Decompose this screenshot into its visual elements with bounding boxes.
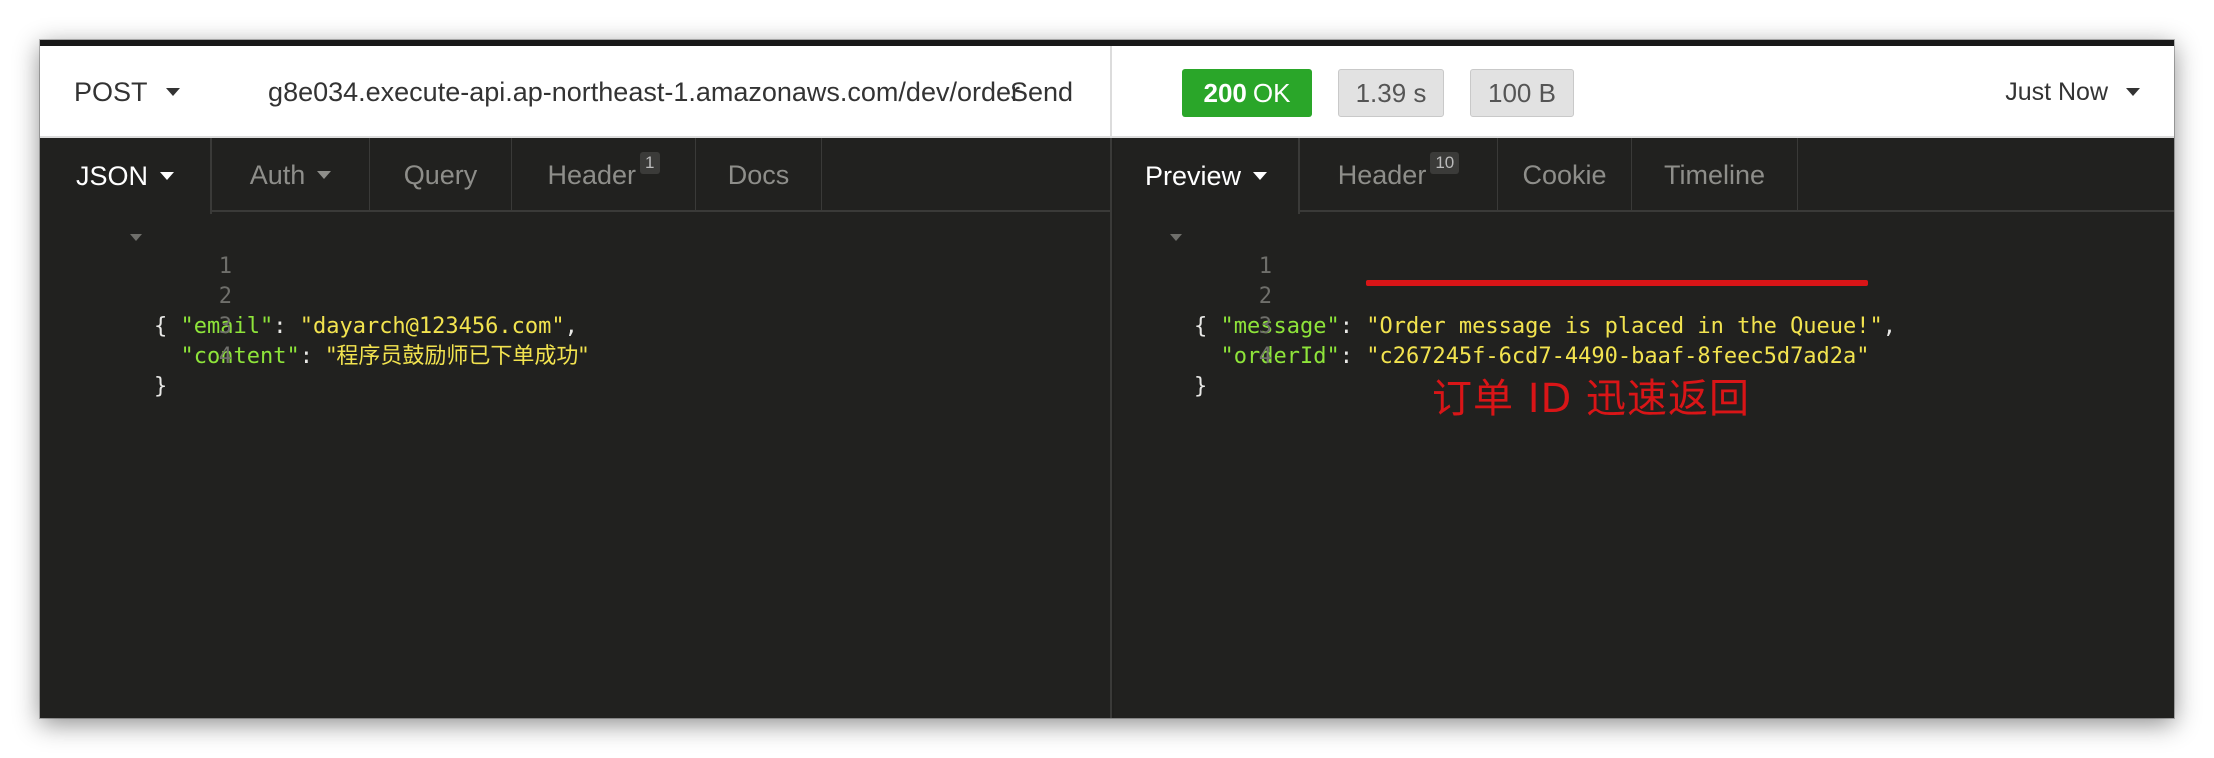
request-bar: POST g8e034.execute-api.ap-northeast-1.a… xyxy=(40,46,1112,138)
request-pane: JSON Auth Query Header 1 Docs 1 {2 "ema… xyxy=(40,138,1112,718)
send-button[interactable]: Send xyxy=(1010,46,1073,138)
code-line: 3 "content": "程序员鼓励师已下单成功" xyxy=(40,282,1110,369)
response-tabs: Preview Header 10 Cookie Timeline xyxy=(1114,138,2174,214)
code-line: 3 "orderId": "c267245f-6cd7-4490-baaf-8f… xyxy=(1080,282,2174,369)
tab-cookie-label: Cookie xyxy=(1522,159,1607,190)
response-bar: 200 OK 1.39 s 100 B Just Now xyxy=(1114,46,2174,138)
response-time-badge: 1.39 s xyxy=(1338,69,1444,117)
json-string: "程序员鼓励师已下单成功" xyxy=(326,344,589,369)
tab-timeline[interactable]: Timeline xyxy=(1632,138,1798,212)
tab-response-header[interactable]: Header 10 xyxy=(1300,138,1498,212)
tab-json[interactable]: JSON xyxy=(40,138,212,214)
response-size-badge: 100 B xyxy=(1470,69,1574,117)
annotation-underline xyxy=(1366,280,1868,286)
tab-query-label: Query xyxy=(403,159,478,190)
chevron-down-icon xyxy=(2126,88,2140,96)
chevron-down-icon xyxy=(317,171,332,179)
code-line: 2 "message": "Order message is placed in… xyxy=(1080,252,2174,339)
status-text: OK xyxy=(1252,77,1291,108)
annotation-text: 订单 ID 迅速返回 xyxy=(1432,376,1751,422)
url-text: g8e034.execute-api.ap-northeast-1.amazon… xyxy=(268,76,1020,107)
tab-response-header-label: Header xyxy=(1337,159,1427,190)
code-line: 1 { xyxy=(1080,222,2174,339)
code-line: 1 { xyxy=(40,222,1110,339)
header-count-badge: 1 xyxy=(640,152,660,174)
tab-header-label: Header xyxy=(547,159,637,190)
chevron-down-icon xyxy=(160,172,174,180)
request-tabs: JSON Auth Query Header 1 Docs xyxy=(40,138,1110,214)
tab-auth[interactable]: Auth xyxy=(212,138,370,212)
tab-preview-label: Preview xyxy=(1144,160,1242,191)
fold-toggle-icon[interactable] xyxy=(1170,234,1182,241)
tab-cookie[interactable]: Cookie xyxy=(1498,138,1632,212)
close-brace: } xyxy=(1194,374,1208,399)
tab-docs-label: Docs xyxy=(727,159,790,190)
fold-toggle-icon[interactable] xyxy=(130,234,142,241)
code-line: 4 } xyxy=(1080,312,2174,399)
tab-docs[interactable]: Docs xyxy=(696,138,822,212)
http-method-label: POST xyxy=(74,76,148,107)
chevron-down-icon xyxy=(1253,172,1268,180)
request-body-editor[interactable]: 1 { 2 "email": "dayarch@123456.com", 3 "… xyxy=(40,222,1110,399)
tab-query[interactable]: Query xyxy=(370,138,512,212)
header-count-badge: 10 xyxy=(1430,152,1460,174)
app-window: POST g8e034.execute-api.ap-northeast-1.a… xyxy=(40,40,2174,718)
tab-timeline-label: Timeline xyxy=(1663,159,1766,190)
tab-json-label: JSON xyxy=(75,160,148,191)
tab-preview[interactable]: Preview xyxy=(1114,138,1300,214)
tab-auth-label: Auth xyxy=(249,159,306,190)
status-badge: 200 OK xyxy=(1182,69,1312,117)
http-method-dropdown[interactable]: POST xyxy=(74,46,180,138)
history-dropdown[interactable]: Just Now xyxy=(2005,46,2140,138)
url-input[interactable]: g8e034.execute-api.ap-northeast-1.amazon… xyxy=(202,46,1020,138)
top-bar: POST g8e034.execute-api.ap-northeast-1.a… xyxy=(40,46,2174,138)
code-line: 4 } xyxy=(40,312,1110,399)
response-pane: Preview Header 10 Cookie Timeline 1 { 2 xyxy=(1114,138,2174,718)
line-number: 4 xyxy=(218,344,232,369)
tab-header[interactable]: Header 1 xyxy=(512,138,696,212)
line-number: 4 xyxy=(1258,344,1272,369)
chevron-down-icon xyxy=(165,88,180,96)
history-label: Just Now xyxy=(2005,77,2108,106)
close-brace: } xyxy=(154,374,168,399)
status-code: 200 xyxy=(1203,77,1247,108)
code-line: 2 "email": "dayarch@123456.com", xyxy=(40,252,1110,339)
